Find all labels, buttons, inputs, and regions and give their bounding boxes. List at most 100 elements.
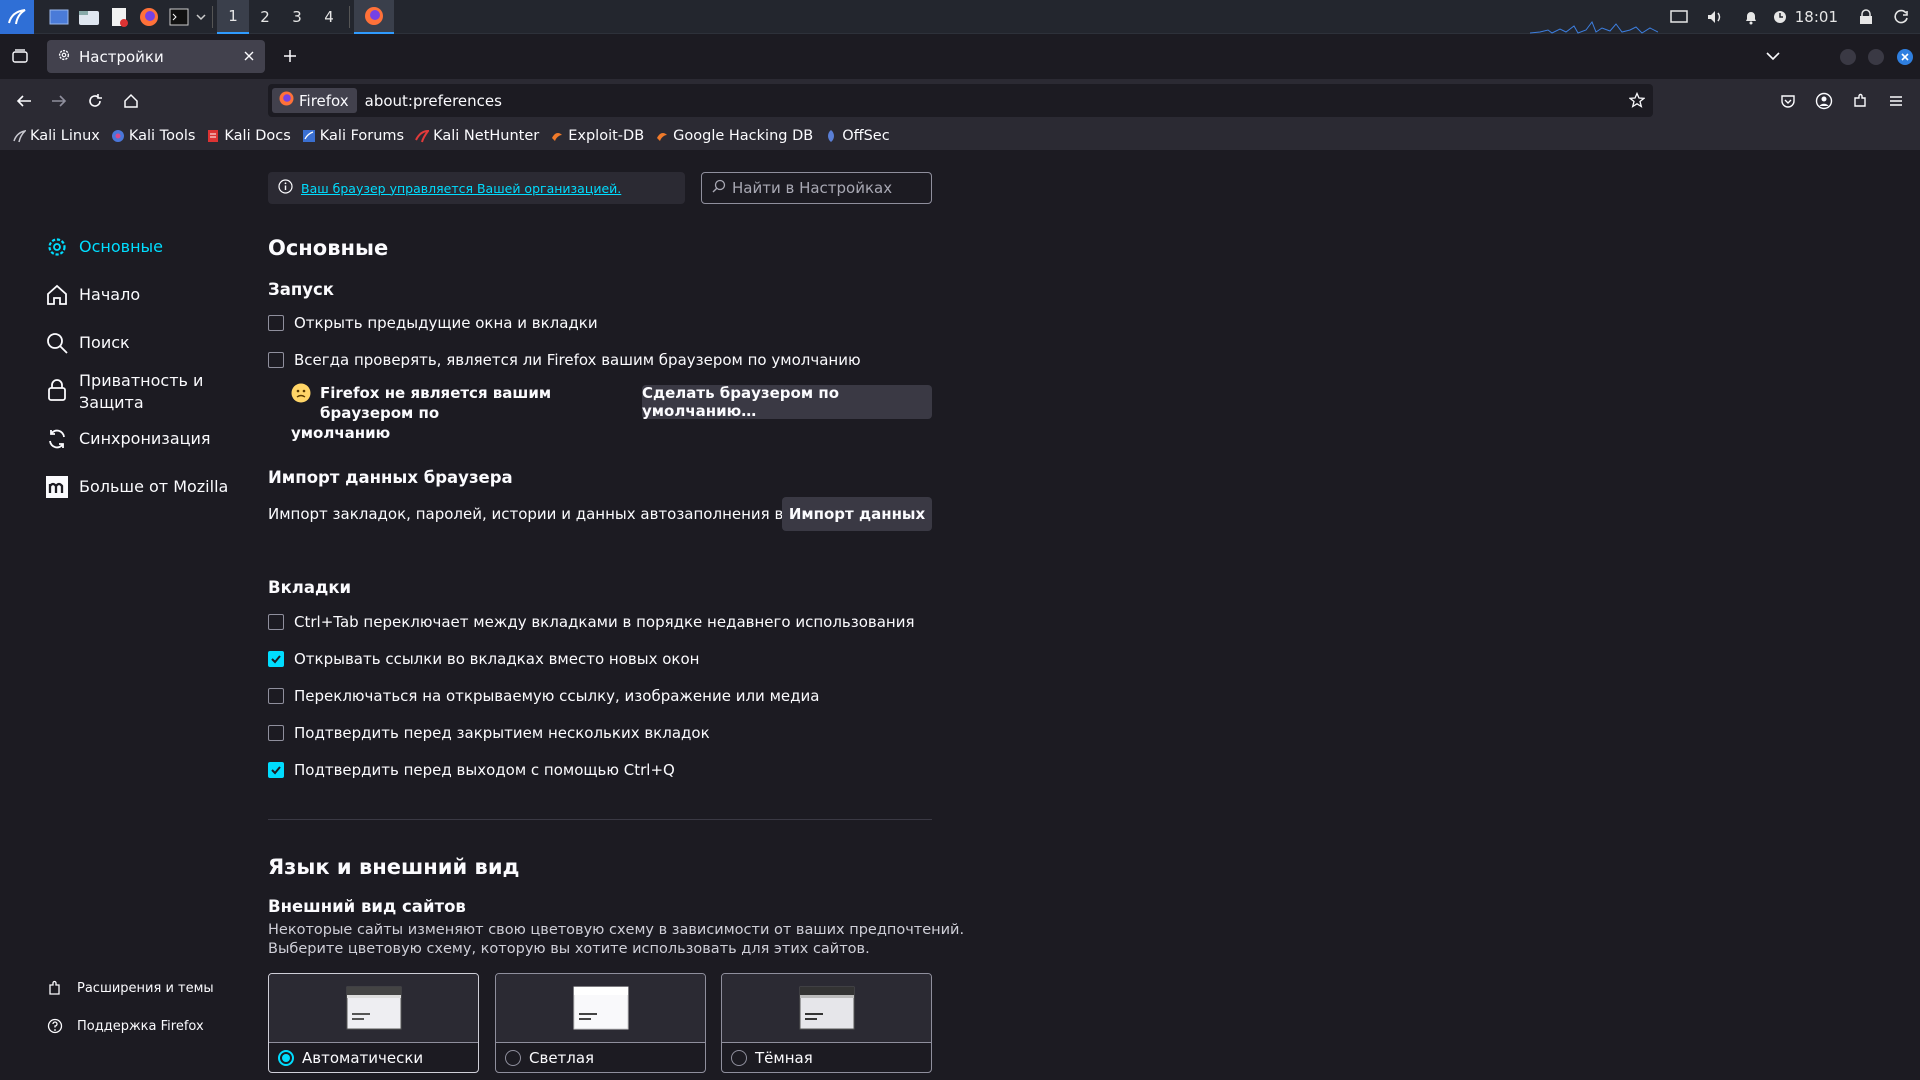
sidebar-foot-label: Поддержка Firefox — [77, 1018, 204, 1034]
theme-card-light[interactable]: Светлая — [495, 973, 706, 1073]
check-default-checkbox[interactable]: Всегда проверять, является ли Firefox ва… — [268, 351, 861, 369]
bookmark-offsec[interactable]: OffSec — [824, 128, 890, 144]
sidebar-item-privacy[interactable]: Приватность и Защита — [45, 370, 209, 414]
sidebar-item-general[interactable]: Основные — [45, 235, 163, 259]
confirm-quit-checkbox[interactable]: Подтвердить перед выходом с помощью Ctrl… — [268, 761, 675, 779]
theme-card-dark[interactable]: Тёмная — [721, 973, 932, 1073]
sidebar-item-mozilla[interactable]: Больше от Mozilla — [45, 475, 228, 499]
ctrl-tab-checkbox[interactable]: Ctrl+Tab переключает между вкладками в п… — [268, 613, 915, 631]
volume-icon[interactable] — [1697, 0, 1733, 34]
bookmark-kali-tools[interactable]: Kali Tools — [111, 128, 196, 144]
home-icon[interactable] — [117, 87, 145, 115]
notification-bell-icon[interactable] — [1733, 0, 1769, 34]
policy-link[interactable]: Ваш браузер управляется Вашей организаци… — [301, 181, 621, 196]
file-manager-icon[interactable] — [74, 0, 104, 34]
radio[interactable] — [505, 1050, 521, 1066]
display-icon[interactable] — [1661, 0, 1697, 34]
firefox-view-icon[interactable] — [6, 42, 34, 70]
tab-strip: Настройки — [0, 34, 1920, 79]
forward-icon[interactable] — [45, 87, 73, 115]
import-data-button[interactable]: Импорт данных — [782, 497, 932, 531]
power-icon[interactable] — [1884, 0, 1920, 34]
sidebar-item-home[interactable]: Начало — [45, 283, 140, 307]
kali-forums-icon — [302, 129, 316, 143]
reload-icon[interactable] — [81, 87, 109, 115]
close-icon[interactable] — [243, 48, 255, 66]
sidebar-item-sync[interactable]: Синхронизация — [45, 427, 211, 451]
extensions-icon[interactable] — [1846, 87, 1874, 115]
theme-preview — [722, 974, 931, 1043]
workspace-desktop-icon[interactable] — [44, 0, 74, 34]
make-default-button[interactable]: Сделать браузером по умолчанию… — [642, 384, 932, 420]
gear-icon — [45, 235, 69, 259]
close-window-button[interactable] — [1897, 49, 1913, 65]
taskbar-separator — [349, 5, 350, 28]
open-links-in-tabs-checkbox[interactable]: Открывать ссылки во вкладках вместо новы… — [268, 650, 699, 668]
kali-menu-icon[interactable] — [0, 0, 34, 34]
chevron-down-icon[interactable] — [194, 0, 208, 34]
kali-dragon-icon — [12, 129, 28, 143]
workspace-2[interactable]: 2 — [249, 0, 281, 34]
bookmark-google-hacking-db[interactable]: Google Hacking DB — [655, 128, 813, 144]
info-icon — [278, 179, 293, 197]
lock-screen-icon[interactable] — [1848, 0, 1884, 34]
checkbox[interactable] — [268, 688, 284, 704]
workspace-4[interactable]: 4 — [313, 0, 345, 34]
new-tab-button[interactable] — [276, 42, 304, 70]
search-icon — [45, 331, 69, 355]
checkbox-checked[interactable] — [268, 651, 284, 667]
identity-box[interactable]: Firefox — [272, 88, 357, 113]
bookmark-kali-linux[interactable]: Kali Linux — [12, 128, 100, 144]
sidebar-item-label: Больше от Mozilla — [79, 477, 229, 496]
list-all-tabs-icon[interactable] — [1759, 42, 1787, 70]
bookmark-label: Kali Tools — [128, 128, 196, 144]
maximize-button[interactable] — [1868, 49, 1884, 65]
bookmark-kali-forums[interactable]: Kali Forums — [302, 128, 404, 144]
text-editor-icon[interactable] — [104, 0, 134, 34]
checkbox-checked[interactable] — [268, 762, 284, 778]
firefox-launcher-icon[interactable] — [134, 0, 164, 34]
taskbar-clock[interactable]: 18:01 — [1791, 0, 1848, 34]
terminal-icon[interactable] — [164, 0, 194, 34]
bookmark-kali-nethunter[interactable]: Kali NetHunter — [415, 128, 539, 144]
sidebar-item-search[interactable]: Поиск — [45, 331, 130, 355]
settings-search-input[interactable]: Найти в Настройках — [701, 172, 932, 204]
open-previous-checkbox[interactable]: Открыть предыдущие окна и вкладки — [268, 314, 598, 332]
theme-option-light[interactable]: Светлая — [496, 1043, 705, 1072]
url-bar[interactable]: Firefox about:preferences — [268, 84, 1653, 117]
account-icon[interactable] — [1810, 87, 1838, 115]
sidebar-item-label: Поиск — [79, 333, 130, 352]
hamburger-menu-icon[interactable] — [1882, 87, 1910, 115]
minimize-button[interactable] — [1840, 49, 1856, 65]
back-icon[interactable] — [10, 87, 38, 115]
switch-to-link-checkbox[interactable]: Переключаться на открываемую ссылку, изо… — [268, 687, 819, 705]
bookmark-star-icon[interactable] — [1628, 91, 1646, 112]
website-appearance-heading: Внешний вид сайтов — [268, 897, 466, 916]
workspace-1[interactable]: 1 — [217, 0, 249, 34]
theme-card-auto[interactable]: Автоматически — [268, 973, 479, 1073]
tab-settings[interactable]: Настройки — [47, 40, 265, 73]
bookmark-kali-docs[interactable]: Kali Docs — [206, 128, 291, 144]
checkbox[interactable] — [268, 725, 284, 741]
radio-selected[interactable] — [278, 1050, 294, 1066]
not-default-text-line2: умолчанию — [291, 424, 391, 442]
cpu-graph-icon — [1530, 20, 1658, 34]
kali-tools-icon — [111, 129, 125, 143]
checkbox[interactable] — [268, 352, 284, 368]
taskbar-firefox-window[interactable] — [354, 0, 394, 34]
radio[interactable] — [731, 1050, 747, 1066]
sidebar-extensions-link[interactable]: Расширения и темы — [47, 980, 214, 996]
workspace-3[interactable]: 3 — [281, 0, 313, 34]
theme-option-dark[interactable]: Тёмная — [722, 1043, 931, 1072]
pocket-icon[interactable] — [1774, 87, 1802, 115]
gear-icon — [57, 48, 71, 66]
url-text[interactable]: about:preferences — [365, 92, 502, 110]
help-icon — [47, 1018, 63, 1034]
section-divider — [268, 819, 932, 820]
sidebar-support-link[interactable]: Поддержка Firefox — [47, 1018, 204, 1034]
checkbox[interactable] — [268, 315, 284, 331]
confirm-close-tabs-checkbox[interactable]: Подтвердить перед закрытием нескольких в… — [268, 724, 710, 742]
bookmark-exploit-db[interactable]: Exploit-DB — [550, 128, 644, 144]
theme-option-auto[interactable]: Автоматически — [269, 1043, 478, 1072]
checkbox[interactable] — [268, 614, 284, 630]
